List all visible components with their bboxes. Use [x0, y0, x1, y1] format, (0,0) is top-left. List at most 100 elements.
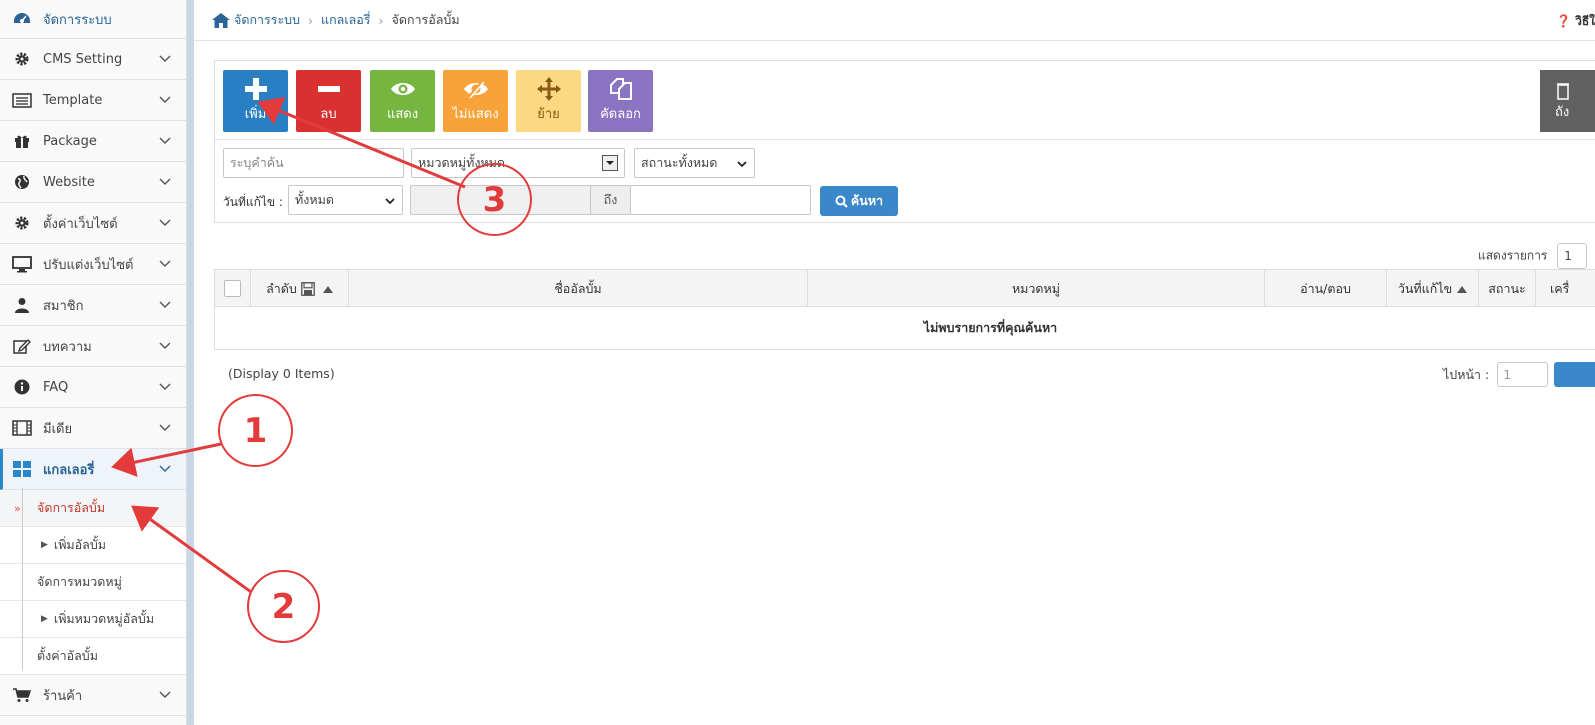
- toolbar-divider: [215, 139, 1595, 140]
- annotation-callout-1: 1: [218, 394, 293, 467]
- date-range-select[interactable]: ทั้งหมด: [288, 185, 403, 215]
- dropdown-arrow-icon: [602, 155, 618, 171]
- chevron-down-icon: [159, 260, 171, 267]
- copy-button-label: คัดลอก: [600, 107, 641, 122]
- sidebar-item-label: Website: [43, 174, 95, 190]
- column-tools-label: เครื่: [1550, 280, 1570, 296]
- breadcrumb-home[interactable]: จัดการระบบ: [234, 10, 300, 30]
- add-button[interactable]: เพิ่ม: [223, 70, 288, 132]
- sidebar-item-gallery[interactable]: แกลเลอรี่: [0, 449, 186, 490]
- chevron-down-icon: [159, 691, 171, 698]
- sidebar-item-customize-site[interactable]: ปรับแต่งเว็บไซต์: [0, 244, 186, 285]
- column-album-name[interactable]: ชื่ออัลบั้ม: [349, 270, 808, 307]
- search-button[interactable]: ค้นหา: [820, 186, 898, 216]
- sidebar-item-faq[interactable]: FAQ: [0, 367, 186, 408]
- show-button[interactable]: แสดง: [370, 70, 435, 132]
- sidebar: จัดการระบบ CMS Setting Template Package: [0, 0, 187, 725]
- delete-button[interactable]: ลบ: [296, 70, 361, 132]
- chevron-down-icon: [159, 301, 171, 308]
- column-modified-date-label: วันที่แก้ไข: [1397, 280, 1453, 296]
- goto-page-button[interactable]: [1554, 362, 1595, 387]
- sidebar-item-website[interactable]: Website: [0, 162, 186, 203]
- hide-button[interactable]: ไม่แสดง: [443, 70, 508, 132]
- sidebar-subitem-label: เพิ่มอัลบั้ม: [53, 537, 107, 552]
- column-read-reply[interactable]: อ่าน/ตอบ: [1265, 270, 1387, 307]
- submenu-tree-line: [22, 488, 23, 670]
- dashboard-icon: [12, 10, 32, 28]
- column-status[interactable]: สถานะ: [1479, 270, 1536, 307]
- chevron-down-icon: [159, 55, 171, 62]
- sidebar-subitem-album-settings[interactable]: ตั้งค่าอัลบั้ม: [0, 638, 186, 675]
- breadcrumb-separator: ›: [308, 12, 314, 28]
- add-button-label: เพิ่ม: [244, 107, 267, 122]
- status-select[interactable]: สถานะทั้งหมด: [634, 148, 755, 178]
- sidebar-item-label: Package: [43, 133, 97, 149]
- sidebar-item-media[interactable]: มีเดีย: [0, 408, 186, 449]
- column-category[interactable]: หมวดหมู่: [808, 270, 1265, 307]
- table-header: ลำดับ ชื่ออัลบั้ม หมวดหมู่ อ่าน/ตอบ วันท…: [215, 270, 1595, 307]
- goto-page-input[interactable]: 1: [1497, 362, 1549, 387]
- annotation-callout-2: 2: [247, 570, 320, 643]
- plus-icon: [223, 76, 288, 102]
- search-icon: [835, 195, 848, 208]
- select-all-cell: [215, 270, 251, 307]
- sidebar-item-shop[interactable]: ร้านค้า: [0, 675, 186, 716]
- copy-button[interactable]: คัดลอก: [588, 70, 653, 132]
- sidebar-item-label: FAQ: [43, 379, 69, 395]
- chevron-down-icon: [159, 383, 171, 390]
- trash-button[interactable]: ถัง: [1540, 70, 1595, 132]
- column-category-label: หมวดหมู่: [1011, 280, 1061, 296]
- home-icon[interactable]: [212, 12, 230, 28]
- chevron-down-icon: [159, 219, 171, 226]
- column-modified-date[interactable]: วันที่แก้ไข: [1387, 270, 1479, 307]
- items-per-page: แสดงรายการ 1: [1478, 243, 1588, 269]
- eye-slash-icon: [443, 76, 508, 102]
- column-tools: เครื่: [1536, 270, 1595, 307]
- chevron-down-icon: [159, 342, 171, 349]
- sidebar-subitem-add-album[interactable]: ▶ เพิ่มอัลบั้ม: [0, 527, 186, 564]
- column-order[interactable]: ลำดับ: [251, 270, 349, 307]
- sidebar-item-articles[interactable]: บทความ: [0, 326, 186, 367]
- globe-icon: [12, 173, 32, 191]
- sidebar-subitem-add-category[interactable]: ▶ เพิ่มหมวดหมู่อัลบั้ม: [0, 601, 186, 638]
- sidebar-item-template[interactable]: Template: [0, 80, 186, 121]
- show-button-label: แสดง: [386, 107, 419, 122]
- caret-right-icon: ▶: [41, 614, 48, 624]
- trash-icon: [1557, 83, 1569, 100]
- save-icon[interactable]: [300, 281, 315, 296]
- select-all-checkbox[interactable]: [224, 280, 241, 297]
- sidebar-item-dashboard[interactable]: จัดการระบบ: [0, 0, 186, 39]
- date-to-input[interactable]: [630, 185, 811, 215]
- keyword-placeholder: ระบุคำค้น: [230, 155, 284, 170]
- move-button[interactable]: ย้าย: [516, 70, 581, 132]
- sidebar-subitem-label: เพิ่มหมวดหมู่อัลบั้ม: [53, 611, 155, 626]
- sidebar-item-label: จัดการระบบ: [43, 12, 112, 28]
- chevron-down-icon: [159, 178, 171, 185]
- items-per-page-select[interactable]: 1: [1557, 243, 1588, 269]
- keyword-input[interactable]: ระบุคำค้น: [223, 148, 404, 178]
- gear-icon: [12, 50, 32, 68]
- sort-up-icon[interactable]: [322, 285, 333, 293]
- copy-icon: [588, 76, 653, 102]
- film-icon: [12, 419, 32, 437]
- column-status-label: สถานะ: [1488, 280, 1526, 296]
- sidebar-item-cms-setting[interactable]: CMS Setting: [0, 39, 186, 80]
- sidebar-subitem-manage-albums[interactable]: » จัดการอัลบั้ม: [0, 490, 186, 527]
- help-link[interactable]: ❓ วิธีใ: [1556, 12, 1595, 31]
- column-album-name-label: ชื่ออัลบั้ม: [554, 280, 602, 296]
- items-per-page-value: 1: [1564, 249, 1572, 263]
- goto-page: ไปหน้า : 1: [1443, 362, 1549, 387]
- minus-icon: [296, 76, 361, 102]
- filter-panel: เพิ่ม ลบ แสดง ไม่แสดง ย้าย คัดลอก ถัง ระ…: [214, 60, 1595, 223]
- sidebar-item-members[interactable]: สมาชิก: [0, 285, 186, 326]
- sidebar-subitem-manage-categories[interactable]: จัดการหมวดหมู่: [0, 564, 186, 601]
- breadcrumb-separator: ›: [378, 12, 384, 28]
- items-per-page-label: แสดงรายการ: [1478, 248, 1548, 263]
- column-read-reply-label: อ่าน/ตอบ: [1300, 280, 1351, 296]
- chevron-down-icon: [385, 198, 395, 205]
- page: จัดการระบบ CMS Setting Template Package: [0, 0, 1595, 725]
- grid-icon: [12, 460, 32, 478]
- sidebar-item-package[interactable]: Package: [0, 121, 186, 162]
- breadcrumb-gallery[interactable]: แกลเลอรี่: [321, 10, 370, 30]
- sidebar-item-site-settings[interactable]: ตั้งค่าเว็บไซต์: [0, 203, 186, 244]
